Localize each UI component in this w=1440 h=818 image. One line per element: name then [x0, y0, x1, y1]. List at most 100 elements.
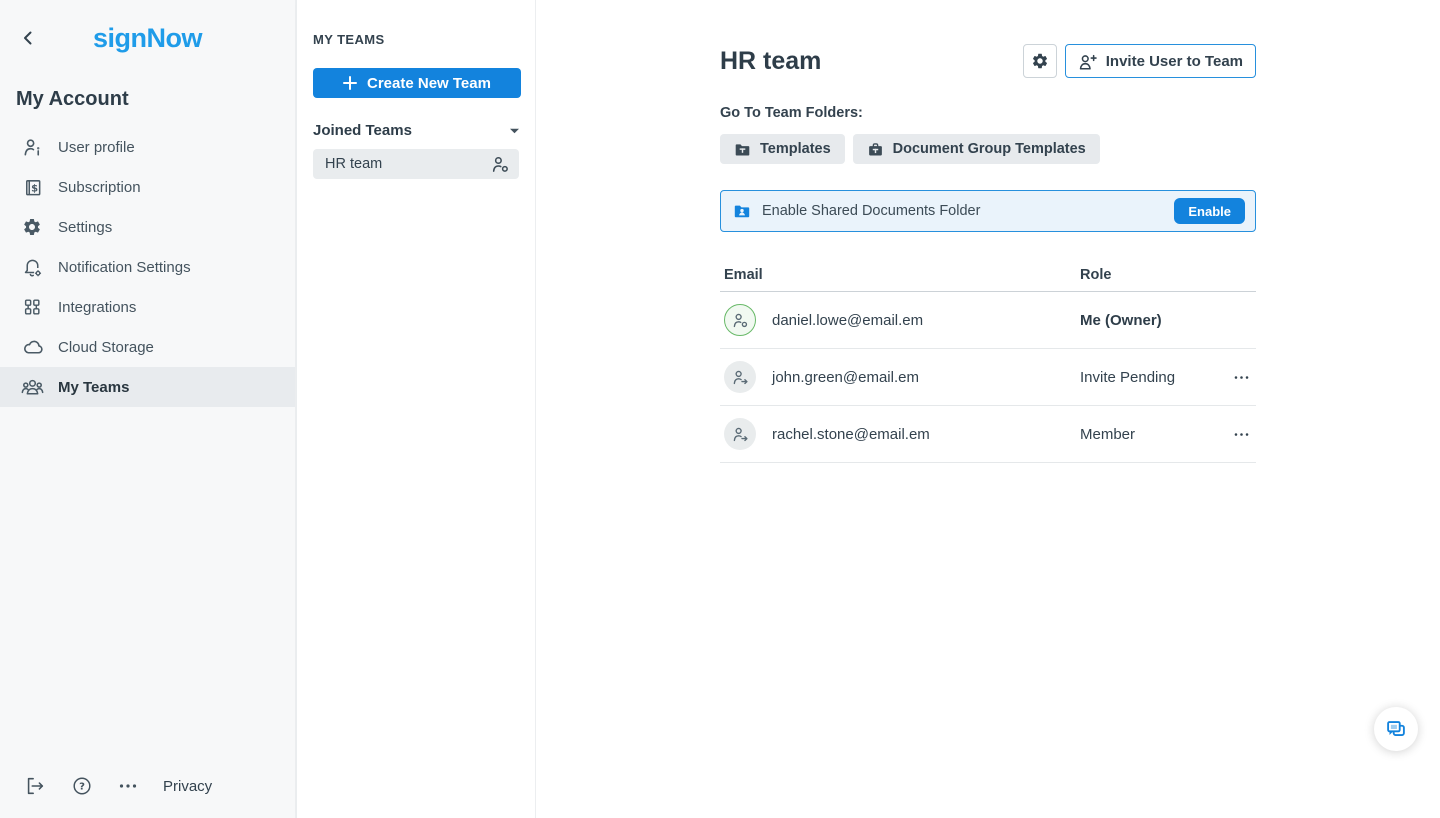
- sidebar-item-label: Settings: [58, 219, 112, 236]
- invite-user-to-team-button[interactable]: Invite User to Team: [1065, 44, 1256, 78]
- sign-out-icon: [24, 775, 46, 797]
- joined-teams-toggle[interactable]: Joined Teams: [313, 122, 519, 139]
- member-email-cell: john.green@email.em: [724, 361, 1080, 393]
- team-folder-buttons: Templates Document Group Templates: [720, 134, 1256, 164]
- person-dot-icon: [491, 155, 510, 174]
- table-row: rachel.stone@email.em Member: [720, 406, 1256, 463]
- svg-text:$: $: [31, 183, 38, 194]
- team-list-item-hr-team[interactable]: HR team: [313, 149, 519, 179]
- row-menu-button[interactable]: [1229, 422, 1254, 447]
- cloud-icon: [20, 337, 44, 358]
- sidebar-item-label: Cloud Storage: [58, 339, 154, 356]
- question-circle-icon: ?: [71, 775, 93, 797]
- role-column-header: Role: [1080, 267, 1256, 283]
- plus-icon: [343, 76, 357, 90]
- document-group-templates-label: Document Group Templates: [893, 141, 1086, 157]
- member-email-cell: daniel.lowe@email.em: [724, 304, 1080, 336]
- linked-squares-icon: [20, 297, 44, 317]
- templates-label: Templates: [760, 141, 831, 157]
- signnow-logo[interactable]: signNow: [0, 23, 295, 54]
- team-folders-label: Go To Team Folders:: [720, 105, 1256, 121]
- team-members-table: Email Role daniel.lowe@email.em Me (Owne…: [720, 259, 1256, 463]
- person-info-icon: [20, 137, 44, 158]
- ellipsis-icon: [118, 776, 138, 796]
- create-new-team-label: Create New Team: [367, 75, 491, 92]
- member-email-cell: rachel.stone@email.em: [724, 418, 1080, 450]
- sidebar-item-label: My Teams: [58, 379, 129, 396]
- team-title: HR team: [720, 47, 1023, 76]
- sidebar-item-label: Integrations: [58, 299, 136, 316]
- table-row: john.green@email.em Invite Pending: [720, 349, 1256, 406]
- teams-panel: MY TEAMS Create New Team Joined Teams HR…: [296, 0, 536, 818]
- email-column-header: Email: [724, 267, 1080, 283]
- person-plus-icon: [1078, 52, 1098, 71]
- invited-avatar: [724, 361, 756, 393]
- row-menu-button[interactable]: [1229, 365, 1254, 390]
- people-group-icon: [20, 377, 44, 398]
- bell-gear-icon: [20, 257, 44, 278]
- templates-folder-button[interactable]: Templates: [720, 134, 845, 164]
- sidebar-item-integrations[interactable]: Integrations: [0, 287, 295, 327]
- gear-icon: [20, 217, 44, 237]
- member-email: john.green@email.em: [772, 369, 919, 386]
- sidebar-item-user-profile[interactable]: User profile: [0, 127, 295, 167]
- sidebar-item-label: Subscription: [58, 179, 141, 196]
- help-button[interactable]: ?: [71, 775, 93, 797]
- team-name-label: HR team: [325, 156, 382, 172]
- person-arrow-icon: [732, 426, 749, 443]
- sidebar-top: signNow: [0, 0, 295, 76]
- member-email: daniel.lowe@email.em: [772, 312, 923, 329]
- sidebar-item-subscription[interactable]: $ Subscription: [0, 167, 295, 207]
- more-options-button[interactable]: [118, 776, 138, 796]
- sidebar-footer: ? Privacy: [0, 754, 295, 818]
- member-role-cell: Me (Owner): [1080, 312, 1256, 329]
- sidebar-item-label: User profile: [58, 139, 135, 156]
- owner-avatar: [724, 304, 756, 336]
- shared-documents-banner-text: Enable Shared Documents Folder: [762, 203, 1174, 219]
- member-role-cell: Member: [1080, 422, 1256, 447]
- logout-button[interactable]: [24, 775, 46, 797]
- page-title-my-account: My Account: [16, 88, 279, 111]
- create-new-team-button[interactable]: Create New Team: [313, 68, 521, 98]
- privacy-link[interactable]: Privacy: [163, 778, 212, 795]
- person-arrow-icon: [732, 369, 749, 386]
- caret-down-icon: [510, 128, 519, 134]
- ellipsis-icon: [1233, 426, 1250, 443]
- invited-avatar: [724, 418, 756, 450]
- card-dollar-icon: $: [20, 177, 44, 198]
- folder-templates-icon: [734, 141, 751, 158]
- gear-icon: [1031, 52, 1049, 70]
- sidebar-item-cloud-storage[interactable]: Cloud Storage: [0, 327, 295, 367]
- member-role: Me (Owner): [1080, 312, 1162, 329]
- member-role-cell: Invite Pending: [1080, 365, 1256, 390]
- member-email: rachel.stone@email.em: [772, 426, 930, 443]
- sidebar-item-label: Notification Settings: [58, 259, 191, 276]
- teams-panel-header: MY TEAMS: [313, 32, 519, 47]
- account-nav: User profile $ Subscription Settings: [0, 127, 295, 407]
- enable-shared-folder-button[interactable]: Enable: [1174, 198, 1245, 224]
- sidebar-item-notification-settings[interactable]: Notification Settings: [0, 247, 295, 287]
- joined-teams-label: Joined Teams: [313, 122, 412, 139]
- member-role: Invite Pending: [1080, 369, 1175, 386]
- sidebar-item-my-teams[interactable]: My Teams: [0, 367, 295, 407]
- ellipsis-icon: [1233, 369, 1250, 386]
- briefcase-templates-icon: [867, 141, 884, 158]
- team-settings-button[interactable]: [1023, 44, 1057, 78]
- table-header-row: Email Role: [720, 259, 1256, 292]
- svg-text:?: ?: [79, 782, 85, 793]
- support-chat-button[interactable]: [1374, 707, 1418, 751]
- team-detail-main: HR team Invite User to Team Go To Team F…: [536, 0, 1440, 818]
- back-button[interactable]: [18, 28, 38, 48]
- account-sidebar: signNow My Account User profile $ Subscr…: [0, 0, 296, 818]
- chat-bubbles-icon: [1383, 716, 1409, 742]
- team-header-row: HR team Invite User to Team: [720, 44, 1256, 78]
- chevron-left-icon: [20, 30, 36, 46]
- shared-documents-banner: Enable Shared Documents Folder Enable: [720, 190, 1256, 232]
- team-detail-content: HR team Invite User to Team Go To Team F…: [720, 0, 1256, 463]
- sidebar-item-settings[interactable]: Settings: [0, 207, 295, 247]
- document-group-templates-button[interactable]: Document Group Templates: [853, 134, 1100, 164]
- person-dot-icon: [732, 312, 749, 329]
- invite-user-label: Invite User to Team: [1106, 53, 1243, 70]
- shared-folder-icon: [733, 202, 751, 220]
- member-role: Member: [1080, 426, 1135, 443]
